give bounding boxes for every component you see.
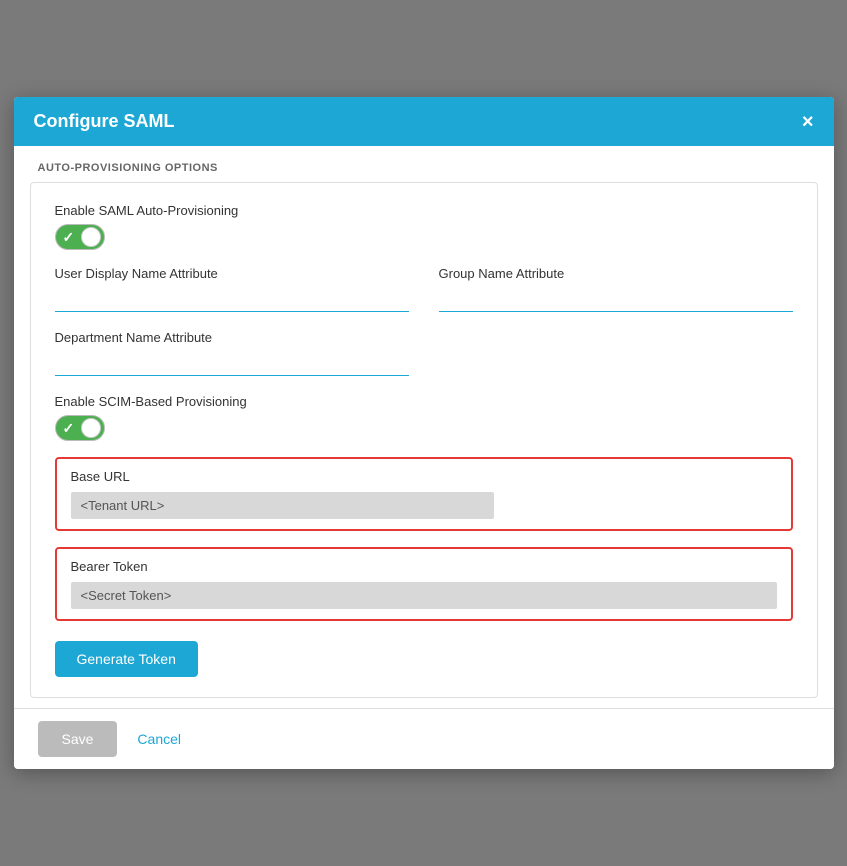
modal-title: Configure SAML [34,111,175,132]
department-name-row: Department Name Attribute [55,330,793,376]
group-name-label: Group Name Attribute [439,266,793,281]
enable-scim-row: Enable SCIM-Based Provisioning ✓ [55,394,793,441]
generate-token-button[interactable]: Generate Token [55,641,198,677]
scim-toggle-thumb [81,418,101,438]
save-button[interactable]: Save [38,721,118,757]
user-display-name-label: User Display Name Attribute [55,266,409,281]
close-button[interactable]: × [802,112,814,132]
user-display-name-col: User Display Name Attribute [55,266,409,312]
enable-saml-row: Enable SAML Auto-Provisioning ✓ [55,203,793,250]
enable-scim-label: Enable SCIM-Based Provisioning [55,394,793,409]
modal-overlay: Configure SAML × AUTO-PROVISIONING OPTIO… [0,0,847,866]
department-name-label: Department Name Attribute [55,330,409,345]
toggle-track[interactable]: ✓ [55,224,105,250]
enable-scim-toggle[interactable]: ✓ [55,415,105,441]
base-url-value: <Tenant URL> [71,492,495,519]
enable-saml-toggle[interactable]: ✓ [55,224,105,250]
display-group-name-row: User Display Name Attribute Group Name A… [55,266,793,312]
modal-body: AUTO-PROVISIONING OPTIONS Enable SAML Au… [14,146,834,708]
bearer-token-highlight-box: Bearer Token <Secret Token> [55,547,793,621]
toggle-check-icon: ✓ [63,229,75,246]
group-name-input[interactable] [439,287,793,312]
enable-saml-toggle-row: ✓ [55,224,793,250]
toggle-thumb [81,227,101,247]
modal-header: Configure SAML × [14,97,834,146]
configure-saml-modal: Configure SAML × AUTO-PROVISIONING OPTIO… [14,97,834,769]
base-url-highlight-box: Base URL <Tenant URL> [55,457,793,531]
cancel-button[interactable]: Cancel [137,731,181,747]
department-name-col: Department Name Attribute [55,330,409,376]
group-name-col: Group Name Attribute [439,266,793,312]
scim-toggle-track[interactable]: ✓ [55,415,105,441]
modal-footer: Save Cancel [14,708,834,769]
enable-scim-toggle-row: ✓ [55,415,793,441]
auto-provisioning-section-header: AUTO-PROVISIONING OPTIONS [14,146,834,182]
department-name-input[interactable] [55,351,409,376]
auto-provisioning-section: Enable SAML Auto-Provisioning ✓ User D [30,182,818,698]
enable-saml-label: Enable SAML Auto-Provisioning [55,203,793,218]
scim-toggle-check-icon: ✓ [63,420,75,437]
base-url-label: Base URL [71,469,777,484]
user-display-name-input[interactable] [55,287,409,312]
bearer-token-value: <Secret Token> [71,582,777,609]
bearer-token-label: Bearer Token [71,559,777,574]
